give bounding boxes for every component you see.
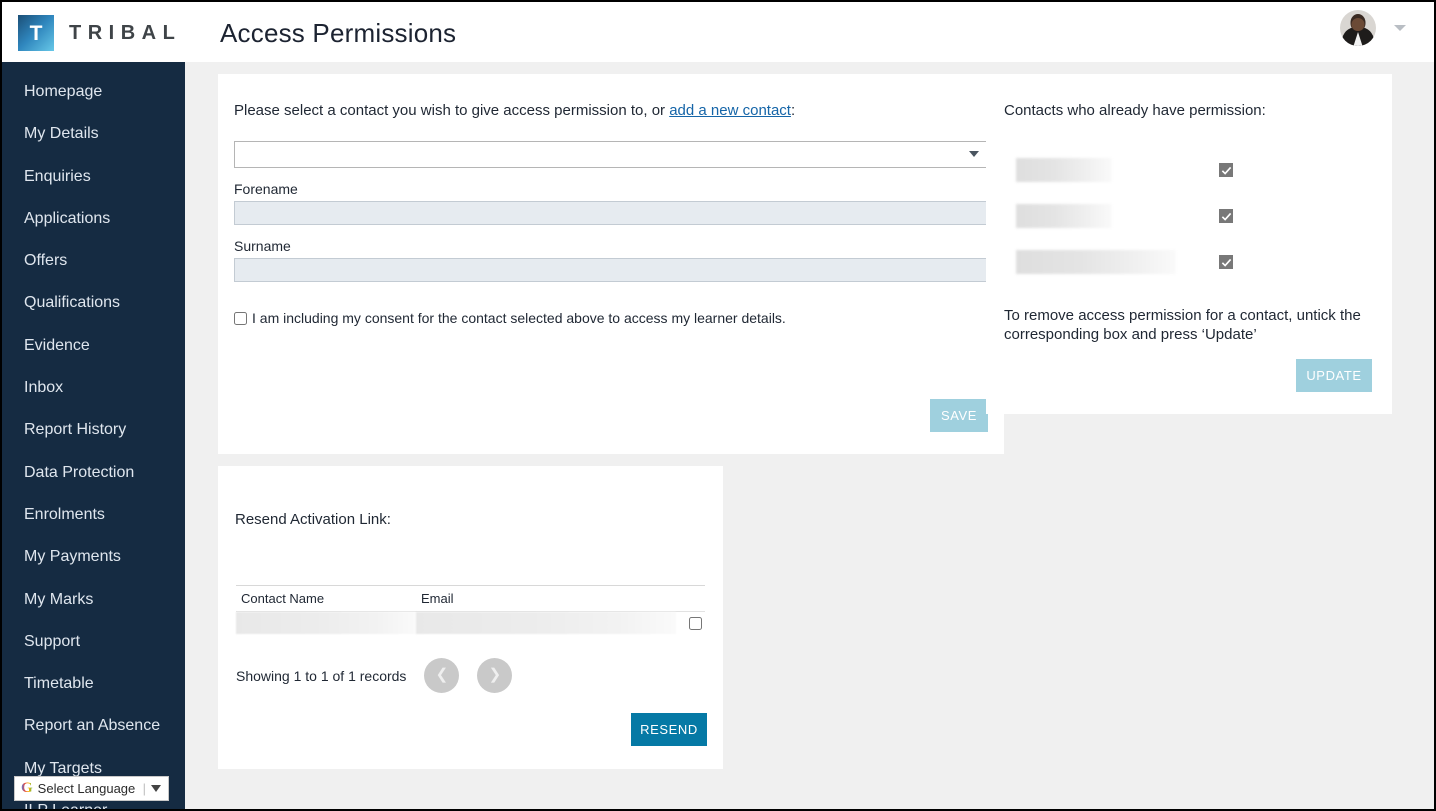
contact-select-wrap [234,141,988,168]
intro-text-before: Please select a contact you wish to give… [234,102,670,119]
email-redacted [416,612,676,634]
add-new-contact-link[interactable]: add a new contact [669,102,791,119]
sidebar-item-support[interactable]: Support [2,621,185,663]
translate-separator: | [142,781,146,796]
check-icon [1221,212,1231,221]
chevron-right-icon: ❯ [488,666,502,683]
sidebar-item-enquiries[interactable]: Enquiries [2,156,185,198]
contact-select[interactable] [234,141,988,168]
existing-permissions-title: Contacts who already have permission: [1004,102,1266,119]
forename-input[interactable] [234,201,988,225]
avatar-face [1351,18,1365,31]
cell-contact-name [236,612,416,634]
sidebar-item-enrolments[interactable]: Enrolments [2,494,185,536]
pagination-text: Showing 1 to 1 of 1 records [236,667,407,684]
contact-name-redacted [1016,158,1112,182]
sidebar-item-homepage[interactable]: Homepage [2,71,185,113]
column-email: Email [416,585,676,612]
check-icon [1221,166,1231,175]
sidebar: Homepage My Details Enquiries Applicatio… [2,62,185,809]
prev-page-button[interactable]: ❮ [424,658,460,693]
permission-form-card: Please select a contact you wish to give… [218,74,1004,454]
row-select-checkbox[interactable] [689,616,702,630]
column-select [676,585,705,612]
user-menu[interactable] [1340,10,1406,46]
page-title: Access Permissions [220,18,457,48]
sidebar-item-inbox[interactable]: Inbox [2,367,185,409]
save-button[interactable]: SAVE [930,399,988,432]
remove-permission-hint: To remove access permission for a contac… [1004,307,1361,343]
select-language-label: Select Language [37,781,136,796]
google-translate-widget[interactable]: G Select Language | [14,776,169,801]
forename-label: Forename [234,181,298,197]
contact-name-redacted [1016,250,1176,274]
app-window: T TRIBAL Access Permissions Homepage My … [0,0,1436,811]
chevron-left-icon: ❮ [435,666,449,683]
sidebar-item-my-details[interactable]: My Details [2,113,185,155]
existing-permissions-card: Contacts who already have permission: To… [986,74,1392,414]
tribal-logo-text: TRIBAL [69,21,182,44]
sidebar-item-report-history[interactable]: Report History [2,409,185,451]
chevron-down-icon[interactable] [1394,25,1406,31]
permission-checkbox[interactable] [1219,255,1233,269]
permission-list [1004,147,1372,285]
list-item [1004,239,1372,285]
top-bar: T TRIBAL Access Permissions [2,2,1434,62]
surname-input[interactable] [234,258,988,282]
tribal-logo-mark: T [18,15,54,51]
sidebar-item-applications[interactable]: Applications [2,198,185,240]
permission-checkbox[interactable] [1219,163,1233,177]
sidebar-item-evidence[interactable]: Evidence [2,325,185,367]
list-item [1004,193,1372,239]
update-button[interactable]: UPDATE [1296,359,1372,392]
sidebar-item-offers[interactable]: Offers [2,240,185,282]
permission-checkbox[interactable] [1219,209,1233,223]
form-intro: Please select a contact you wish to give… [234,102,988,119]
sidebar-item-report-an-absence[interactable]: Report an Absence [2,705,185,747]
list-item [1004,147,1372,193]
column-contact-name: Contact Name [236,585,416,612]
triangle-down-icon[interactable] [151,785,161,792]
resend-button[interactable]: RESEND [631,713,707,746]
main-content: Please select a contact you wish to give… [185,62,1432,807]
consent-checkbox[interactable] [234,312,247,325]
google-icon: G [21,780,33,796]
consent-row: I am including my consent for the contac… [234,310,988,326]
sidebar-item-my-payments[interactable]: My Payments [2,536,185,578]
sidebar-item-data-protection[interactable]: Data Protection [2,452,185,494]
check-icon [1221,258,1231,267]
sidebar-item-timetable[interactable]: Timetable [2,663,185,705]
sidebar-item-my-marks[interactable]: My Marks [2,579,185,621]
pagination: Showing 1 to 1 of 1 records ❮ ❯ [236,658,513,693]
surname-label: Surname [234,238,291,254]
contact-name-redacted [236,612,416,634]
table-row [236,611,705,634]
avatar[interactable] [1340,10,1376,46]
table-header-row: Contact Name Email [236,585,705,612]
intro-text-after: : [790,102,796,119]
consent-label[interactable]: I am including my consent for the contac… [252,310,786,326]
cell-select [676,611,705,634]
resend-title: Resend Activation Link: [235,511,391,528]
resend-table: Contact Name Email [236,585,705,634]
table-body [236,611,705,634]
resend-activation-card: Resend Activation Link: Contact Name Ema… [218,466,723,769]
cell-email [416,612,676,634]
sidebar-item-qualifications[interactable]: Qualifications [2,282,185,324]
table-head: Contact Name Email [236,585,705,612]
contact-name-redacted [1016,204,1112,228]
next-page-button[interactable]: ❯ [477,658,513,693]
brand-logo[interactable]: T TRIBAL [18,15,181,51]
